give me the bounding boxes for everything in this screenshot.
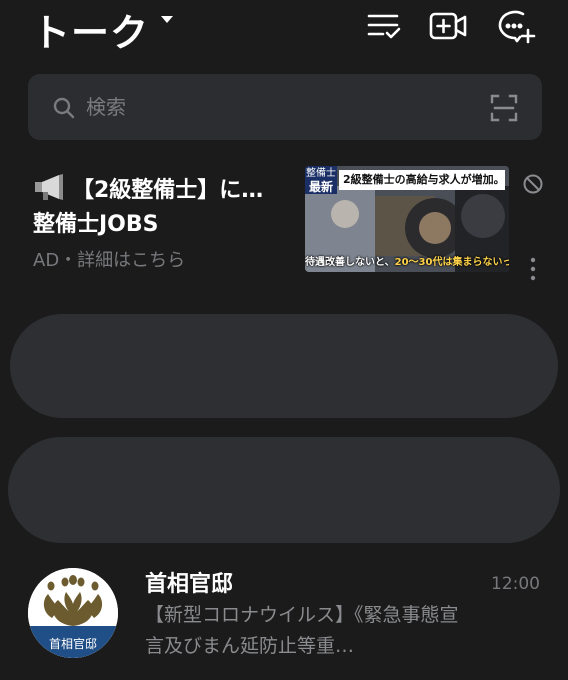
video-call-add-icon[interactable]	[428, 8, 468, 44]
search-input[interactable]	[86, 92, 466, 122]
ad-thumbnail-headline: 2級整備士の高給与求人が増加。	[339, 170, 505, 190]
megaphone-icon	[33, 172, 67, 202]
search-icon	[52, 96, 76, 120]
ad-banner[interactable]: 【2級整備士】に… 整備士JOBS AD・詳細はこちら 整備士 最新 2級整備士…	[0, 160, 568, 285]
hide-ad-icon[interactable]	[522, 173, 544, 195]
ad-title: 【2級整備士】に…	[72, 178, 264, 203]
qr-scan-icon[interactable]	[490, 94, 518, 122]
chevron-down-icon[interactable]	[161, 16, 173, 23]
ad-thumbnail[interactable]: 整備士 最新 2級整備士の高給与求人が増加。 待遇改善しないと、20〜30代は集…	[305, 166, 509, 272]
ad-advertiser: 整備士JOBS	[33, 212, 159, 237]
search-bar[interactable]	[28, 74, 542, 140]
chat-name: 首相官邸	[145, 572, 234, 597]
chat-list-item-placeholder[interactable]	[10, 314, 558, 418]
sort-read-icon[interactable]	[364, 8, 404, 44]
more-options-icon[interactable]	[528, 256, 538, 282]
avatar: 首相官邸	[28, 568, 118, 658]
tag-small: 整備士	[306, 168, 336, 179]
caption-highlight: 20〜30代は集まらないってことで。	[394, 257, 509, 268]
chat-time: 12:00	[491, 574, 540, 594]
header: トーク	[0, 0, 568, 60]
avatar-label: 首相官邸	[48, 637, 97, 651]
chat-add-icon[interactable]	[496, 8, 536, 44]
caption-prefix: 待遇改善しないと、	[305, 257, 395, 268]
chat-preview: 【新型コロナウイルス】《緊急事態宣言及びまん延防止等重…	[145, 604, 459, 657]
page-title[interactable]: トーク	[32, 2, 149, 57]
ad-thumbnail-caption: 待遇改善しないと、20〜30代は集まらないってことで。	[305, 253, 509, 268]
ad-thumbnail-tag: 整備士 最新	[305, 166, 337, 194]
tag-big: 最新	[308, 180, 333, 194]
ad-meta[interactable]: AD・詳細はこちら	[33, 246, 185, 272]
chat-list-item[interactable]: 首相官邸 首相官邸 12:00 【新型コロナウイルス】《緊急事態宣言及びまん延防…	[0, 560, 568, 670]
chat-list-item-placeholder[interactable]	[8, 437, 560, 543]
